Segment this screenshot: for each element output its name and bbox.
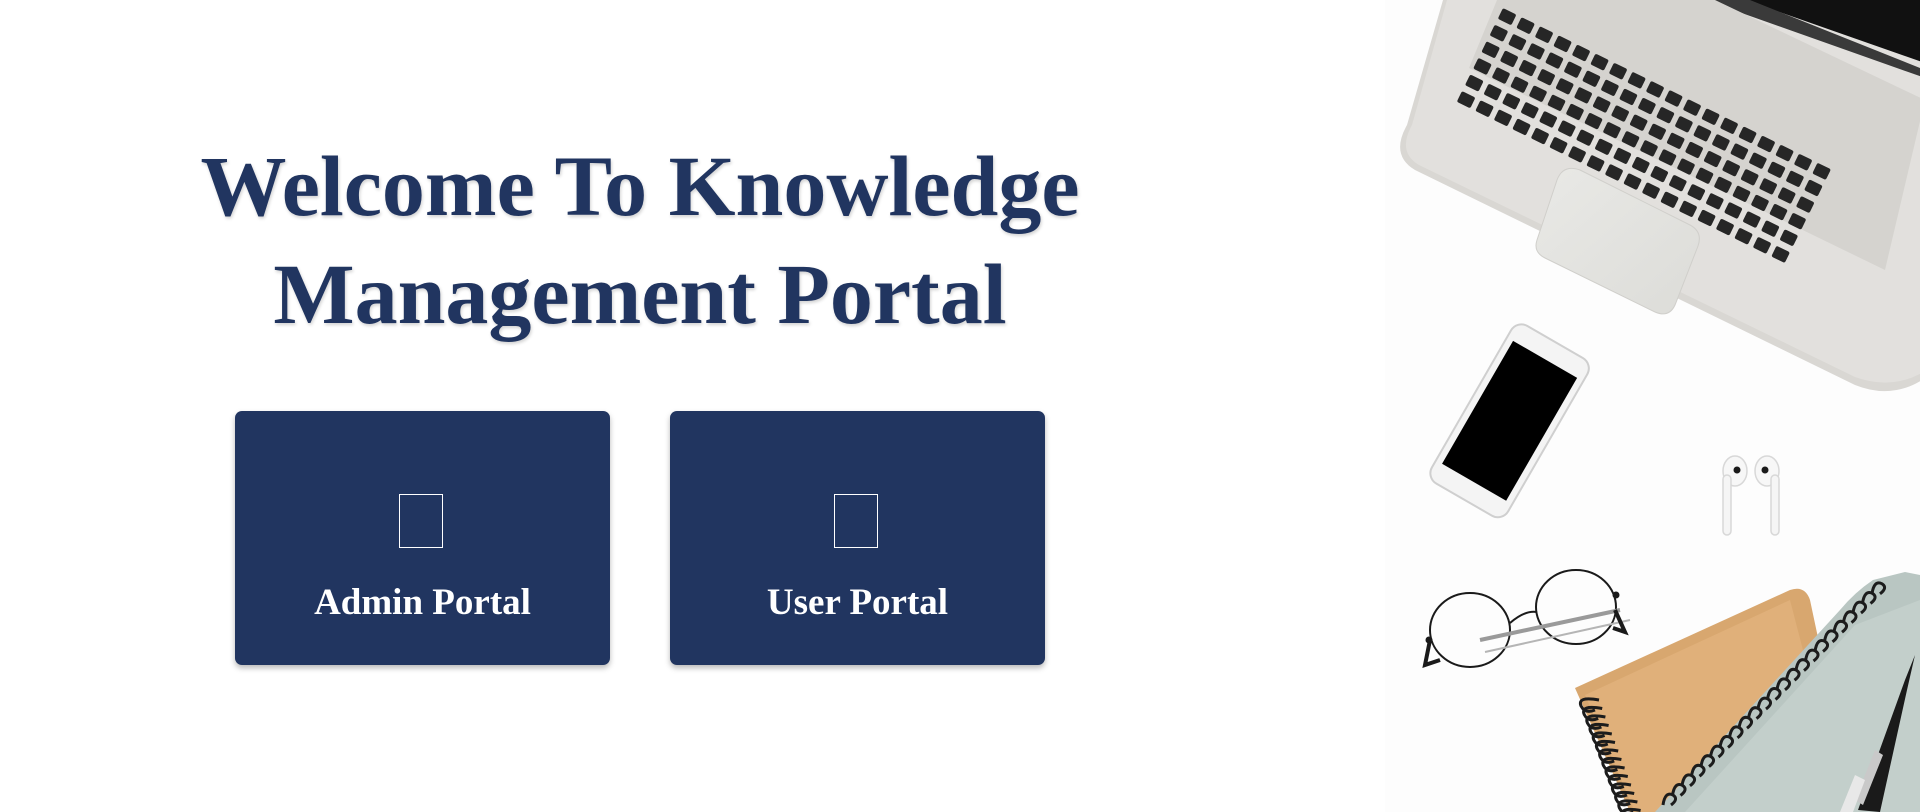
user-icon — [834, 494, 878, 548]
desk-illustration — [1385, 0, 1920, 812]
admin-icon — [399, 494, 443, 548]
notebook-image — [1575, 572, 1920, 812]
earbuds-image — [1722, 455, 1780, 536]
landing-page: Welcome To Knowledge Management Portal A… — [0, 0, 1920, 812]
title-line-1: Welcome To Knowledge — [200, 138, 1080, 234]
eyeglasses-image — [1422, 569, 1631, 668]
user-portal-label: User Portal — [766, 582, 949, 623]
admin-portal-button[interactable]: Admin Portal — [235, 411, 610, 665]
title-line-2: Management Portal — [273, 246, 1007, 342]
desk-illustration-graphic — [1400, 0, 1920, 812]
welcome-panel: Welcome To Knowledge Management Portal A… — [0, 0, 1385, 812]
smartphone-image — [1429, 323, 1590, 519]
page-title: Welcome To Knowledge Management Portal — [150, 132, 1130, 348]
user-portal-button[interactable]: User Portal — [670, 411, 1045, 665]
admin-portal-label: Admin Portal — [314, 582, 531, 623]
laptop-image — [1400, 0, 1920, 392]
